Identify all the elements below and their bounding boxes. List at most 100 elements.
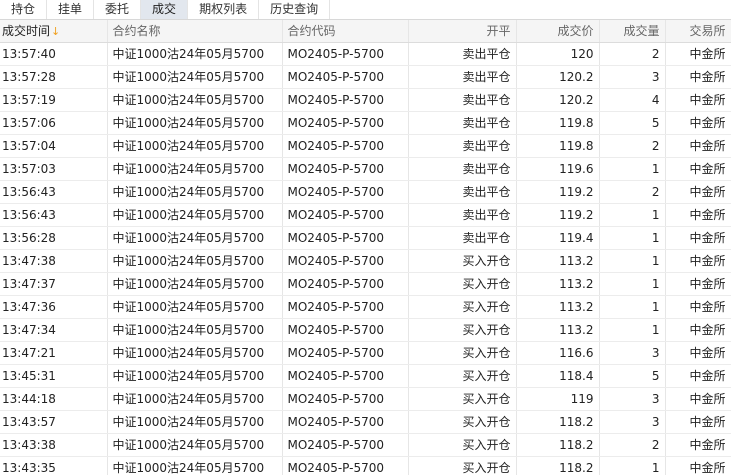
- header-contract-code[interactable]: 合约代码: [282, 20, 409, 43]
- cell-trade-price: 113.2: [516, 295, 600, 319]
- table-header-row: 成交时间↓ 合约名称 合约代码 开平 成交价 成交量 交易所: [0, 20, 731, 43]
- cell-contract-name: 中证1000沽24年05月5700: [107, 318, 283, 342]
- cell-contract-code: MO2405-P-5700: [282, 364, 409, 388]
- cell-contract-code: MO2405-P-5700: [282, 295, 409, 319]
- cell-open-close: 卖出平仓: [408, 157, 517, 181]
- cell-contract-code: MO2405-P-5700: [282, 341, 409, 365]
- cell-contract-name: 中证1000沽24年05月5700: [107, 157, 283, 181]
- tab-positions[interactable]: 持仓: [0, 0, 48, 19]
- cell-open-close: 卖出平仓: [408, 180, 517, 204]
- table-row[interactable]: 13:45:31 中证1000沽24年05月5700 MO2405-P-5700 买入…: [0, 364, 731, 388]
- cell-trade-time: 13:56:43: [0, 203, 108, 227]
- cell-open-close: 卖出平仓: [408, 134, 517, 158]
- table-row[interactable]: 13:57:40 中证1000沽24年05月5700 MO2405-P-5700 卖出…: [0, 42, 731, 66]
- cell-exchange: 中金所: [665, 65, 731, 89]
- table-row[interactable]: 13:47:38 中证1000沽24年05月5700 MO2405-P-5700 买入…: [0, 249, 731, 273]
- cell-contract-name: 中证1000沽24年05月5700: [107, 295, 283, 319]
- table-row[interactable]: 13:47:34 中证1000沽24年05月5700 MO2405-P-5700 买入…: [0, 318, 731, 342]
- cell-open-close: 买入开仓: [408, 456, 517, 475]
- cell-contract-code: MO2405-P-5700: [282, 180, 409, 204]
- cell-contract-name: 中证1000沽24年05月5700: [107, 341, 283, 365]
- cell-open-close: 卖出平仓: [408, 111, 517, 135]
- cell-contract-code: MO2405-P-5700: [282, 134, 409, 158]
- cell-contract-name: 中证1000沽24年05月5700: [107, 410, 283, 434]
- table-row[interactable]: 13:43:38 中证1000沽24年05月5700 MO2405-P-5700 买入…: [0, 433, 731, 457]
- table-row[interactable]: 13:57:19 中证1000沽24年05月5700 MO2405-P-5700 卖出…: [0, 88, 731, 112]
- table-row[interactable]: 13:43:35 中证1000沽24年05月5700 MO2405-P-5700 买入…: [0, 456, 731, 475]
- header-trade-volume[interactable]: 成交量: [599, 20, 666, 43]
- cell-contract-name: 中证1000沽24年05月5700: [107, 226, 283, 250]
- cell-trade-time: 13:43:38: [0, 433, 108, 457]
- cell-open-close: 卖出平仓: [408, 65, 517, 89]
- cell-exchange: 中金所: [665, 433, 731, 457]
- cell-trade-time: 13:57:03: [0, 157, 108, 181]
- cell-trade-time: 13:47:38: [0, 249, 108, 273]
- cell-contract-name: 中证1000沽24年05月5700: [107, 249, 283, 273]
- cell-trade-time: 13:43:57: [0, 410, 108, 434]
- cell-contract-name: 中证1000沽24年05月5700: [107, 42, 283, 66]
- cell-exchange: 中金所: [665, 180, 731, 204]
- cell-trade-time: 13:47:34: [0, 318, 108, 342]
- table-row[interactable]: 13:47:36 中证1000沽24年05月5700 MO2405-P-5700 买入…: [0, 295, 731, 319]
- cell-contract-name: 中证1000沽24年05月5700: [107, 134, 283, 158]
- header-trade-price[interactable]: 成交价: [516, 20, 600, 43]
- cell-trade-volume: 5: [599, 111, 666, 135]
- cell-trade-volume: 1: [599, 157, 666, 181]
- table-row[interactable]: 13:57:03 中证1000沽24年05月5700 MO2405-P-5700 卖出…: [0, 157, 731, 181]
- table-row[interactable]: 13:57:06 中证1000沽24年05月5700 MO2405-P-5700 卖出…: [0, 111, 731, 135]
- cell-open-close: 卖出平仓: [408, 88, 517, 112]
- cell-trade-time: 13:47:21: [0, 341, 108, 365]
- cell-trade-price: 120: [516, 42, 600, 66]
- cell-contract-name: 中证1000沽24年05月5700: [107, 180, 283, 204]
- table-row[interactable]: 13:47:21 中证1000沽24年05月5700 MO2405-P-5700 买入…: [0, 341, 731, 365]
- header-open-close[interactable]: 开平: [408, 20, 517, 43]
- cell-trade-price: 119.2: [516, 180, 600, 204]
- cell-trade-price: 118.2: [516, 456, 600, 475]
- table-row[interactable]: 13:56:28 中证1000沽24年05月5700 MO2405-P-5700 卖出…: [0, 226, 731, 250]
- tab-bar-spacer: [330, 0, 731, 19]
- cell-trade-price: 113.2: [516, 318, 600, 342]
- tab-option-list[interactable]: 期权列表: [188, 0, 260, 19]
- cell-trade-volume: 3: [599, 341, 666, 365]
- cell-open-close: 卖出平仓: [408, 203, 517, 227]
- cell-contract-code: MO2405-P-5700: [282, 387, 409, 411]
- cell-contract-code: MO2405-P-5700: [282, 226, 409, 250]
- cell-trade-volume: 2: [599, 433, 666, 457]
- cell-trade-price: 118.4: [516, 364, 600, 388]
- cell-exchange: 中金所: [665, 410, 731, 434]
- cell-contract-name: 中证1000沽24年05月5700: [107, 203, 283, 227]
- trades-table: 成交时间↓ 合约名称 合约代码 开平 成交价 成交量 交易所 13:57:40 中…: [0, 20, 731, 475]
- table-row[interactable]: 13:44:18 中证1000沽24年05月5700 MO2405-P-5700 买入…: [0, 387, 731, 411]
- tab-pending-orders[interactable]: 挂单: [47, 0, 95, 19]
- tab-orders[interactable]: 委托: [94, 0, 142, 19]
- table-row[interactable]: 13:43:57 中证1000沽24年05月5700 MO2405-P-5700 买入…: [0, 410, 731, 434]
- cell-exchange: 中金所: [665, 88, 731, 112]
- table-row[interactable]: 13:47:37 中证1000沽24年05月5700 MO2405-P-5700 买入…: [0, 272, 731, 296]
- header-trade-time[interactable]: 成交时间↓: [0, 20, 108, 43]
- table-row[interactable]: 13:56:43 中证1000沽24年05月5700 MO2405-P-5700 卖出…: [0, 180, 731, 204]
- cell-trade-volume: 3: [599, 387, 666, 411]
- cell-contract-code: MO2405-P-5700: [282, 65, 409, 89]
- cell-exchange: 中金所: [665, 157, 731, 181]
- cell-contract-code: MO2405-P-5700: [282, 111, 409, 135]
- cell-trade-volume: 2: [599, 42, 666, 66]
- table-row[interactable]: 13:56:43 中证1000沽24年05月5700 MO2405-P-5700 卖出…: [0, 203, 731, 227]
- table-row[interactable]: 13:57:04 中证1000沽24年05月5700 MO2405-P-5700 卖出…: [0, 134, 731, 158]
- cell-exchange: 中金所: [665, 42, 731, 66]
- header-contract-name[interactable]: 合约名称: [107, 20, 283, 43]
- cell-exchange: 中金所: [665, 341, 731, 365]
- tab-trades[interactable]: 成交: [141, 0, 189, 19]
- header-exchange[interactable]: 交易所: [665, 20, 731, 43]
- table-row[interactable]: 13:57:28 中证1000沽24年05月5700 MO2405-P-5700 卖出…: [0, 65, 731, 89]
- cell-contract-code: MO2405-P-5700: [282, 203, 409, 227]
- sort-desc-icon: ↓: [51, 25, 61, 39]
- cell-trade-time: 13:57:28: [0, 65, 108, 89]
- cell-trade-volume: 5: [599, 364, 666, 388]
- cell-trade-time: 13:57:19: [0, 88, 108, 112]
- cell-trade-price: 120.2: [516, 88, 600, 112]
- cell-trade-volume: 1: [599, 249, 666, 273]
- cell-open-close: 买入开仓: [408, 341, 517, 365]
- cell-contract-code: MO2405-P-5700: [282, 42, 409, 66]
- header-trade-time-label: 成交时间: [2, 24, 51, 39]
- tab-history-query[interactable]: 历史查询: [259, 0, 331, 19]
